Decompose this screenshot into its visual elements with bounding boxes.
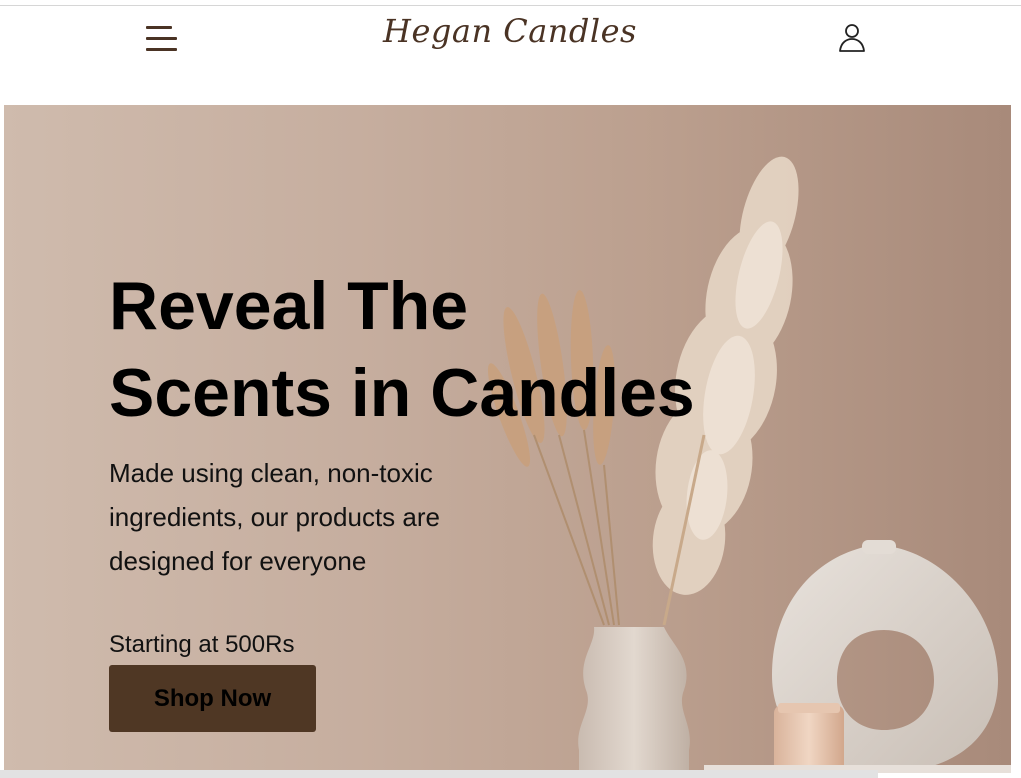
hero-title-line2: Scents in Candles (109, 355, 695, 431)
brand-logo[interactable]: Hegan Candles (380, 12, 640, 50)
hero-title: Reveal The Scents in Candles (109, 263, 695, 437)
hero-description: Made using clean, non-toxic ingredients,… (109, 458, 440, 576)
hamburger-menu-icon[interactable] (146, 25, 178, 53)
shop-now-button[interactable]: Shop Now (109, 665, 316, 732)
user-account-icon[interactable] (836, 22, 868, 54)
bottom-scroll-strip (0, 770, 878, 778)
hero-banner: Reveal The Scents in Candles Made using … (4, 105, 1011, 773)
site-header: Hegan Candles (0, 6, 1021, 105)
hero-title-line1: Reveal The (109, 268, 469, 344)
hero-price: Starting at 500Rs (109, 631, 295, 658)
